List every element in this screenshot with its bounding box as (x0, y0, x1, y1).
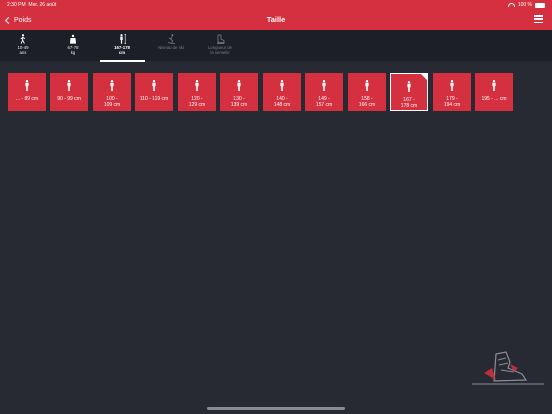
height-tile-label: 130 - 139 cm (230, 96, 248, 108)
tab-ski-level[interactable]: Niveau de ski (148, 33, 194, 61)
person-icon (391, 81, 427, 92)
person-icon (93, 80, 131, 91)
height-tile-4[interactable]: 120 - 129 cm (178, 73, 216, 111)
battery-icon (535, 2, 545, 8)
height-tile-6[interactable]: 140 - 148 cm (263, 73, 301, 111)
status-time: 2:30 PM (7, 2, 26, 8)
height-tile-label: 149 - 157 cm (315, 96, 333, 108)
height-tile-7[interactable]: 149 - 157 cm (305, 73, 343, 111)
person-icon (305, 80, 343, 91)
home-indicator (207, 407, 345, 410)
hamburger-menu-icon[interactable] (534, 15, 543, 23)
ski-boot-sole-icon (197, 33, 243, 44)
person-icon (178, 80, 216, 91)
height-tile-11[interactable]: 195 - ... cm (475, 73, 513, 111)
wifi-icon (507, 3, 515, 7)
person-icon (135, 80, 173, 91)
height-tile-label: 110 - 119 cm (139, 96, 169, 102)
person-icon (8, 80, 46, 91)
tab-ski-level-label: Niveau de ski (158, 45, 184, 50)
person-icon (50, 80, 88, 91)
person-icon (220, 80, 258, 91)
step-tab-bar: 10-49 ans 67-78 kg 167-178 cm Niveau de … (0, 30, 552, 61)
selected-corner-marker (420, 73, 428, 81)
status-bar-right: 100 % (507, 2, 545, 8)
height-tile-2[interactable]: 100 - 109 cm (93, 73, 131, 111)
height-tile-5[interactable]: 130 - 139 cm (220, 73, 258, 111)
height-tile-9[interactable]: 167 - 178 cm (390, 73, 428, 111)
battery-percent: 100 % (517, 2, 532, 8)
tab-weight-label: 67-78 kg (67, 45, 79, 55)
tab-age-label: 10-49 ans (17, 45, 29, 55)
status-bar-time: 2:30 PM Mer. 26 août (7, 2, 56, 8)
height-tile-8[interactable]: 158 - 166 cm (348, 73, 386, 111)
weight-icon (50, 33, 96, 44)
height-tile-label: 120 - 129 cm (188, 96, 206, 108)
ski-boot-icon (470, 350, 546, 393)
height-tile-label: 90 - 99 cm (57, 96, 81, 102)
tab-height-label: 167-178 cm (114, 45, 130, 55)
header-bar: 2:30 PM Mer. 26 août 100 % Poids Taille (0, 0, 552, 30)
walking-person-icon (0, 33, 46, 44)
height-tile-label: 179 - 194 cm (443, 96, 461, 108)
height-tile-label: 100 - 109 cm (103, 96, 121, 108)
tab-height[interactable]: 167-178 cm (99, 33, 145, 61)
skier-icon (148, 33, 194, 44)
person-icon (263, 80, 301, 91)
height-tile-10[interactable]: 179 - 194 cm (433, 73, 471, 111)
height-tile-label: ... - 89 cm (15, 96, 39, 102)
height-tile-label: 158 - 166 cm (358, 96, 376, 108)
person-icon (348, 80, 386, 91)
tab-age[interactable]: 10-49 ans (0, 33, 46, 61)
tab-sole-length-label: Longueur de la semelle (207, 45, 233, 55)
tab-sole-length[interactable]: Longueur de la semelle (197, 33, 243, 61)
person-icon (475, 80, 513, 91)
person-icon (433, 80, 471, 91)
status-date: Mer. 26 août (28, 2, 57, 8)
page-title: Taille (266, 15, 286, 24)
height-tile-0[interactable]: ... - 89 cm (8, 73, 46, 111)
active-tab-indicator (100, 60, 145, 62)
height-tile-1[interactable]: 90 - 99 cm (50, 73, 88, 111)
height-tile-3[interactable]: 110 - 119 cm (135, 73, 173, 111)
tab-weight[interactable]: 67-78 kg (50, 33, 96, 61)
height-person-icon (99, 33, 145, 44)
height-tile-label: 195 - ... cm (481, 96, 507, 102)
height-tile-label: 167 - 178 cm (400, 97, 418, 109)
height-tile-label: 140 - 148 cm (273, 96, 291, 108)
